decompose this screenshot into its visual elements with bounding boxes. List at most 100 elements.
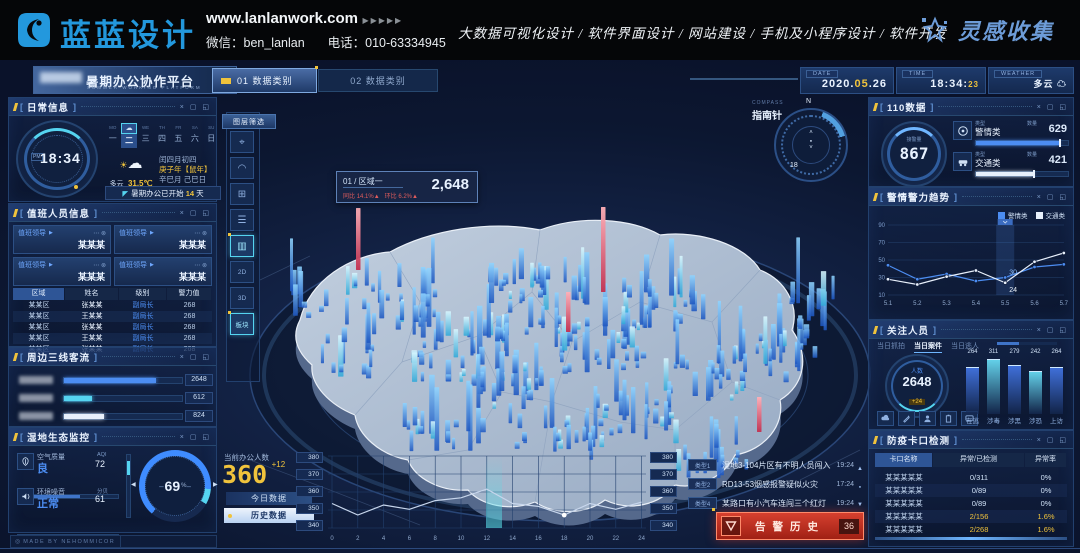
tab-data-category-2[interactable]: 02 数据类别	[318, 69, 438, 92]
checkpoint-col-header[interactable]: 卡口名称	[875, 453, 932, 467]
checkpoint-header-row: 卡口名称异常/已检测异常率	[875, 453, 1067, 467]
flow-row: 2648	[15, 372, 211, 390]
week-day[interactable]: TH四	[154, 123, 169, 151]
checkpoint-row: 某某某某某0/890%	[875, 484, 1067, 497]
warning-triangle-icon	[721, 516, 741, 536]
layer-button-2d[interactable]: 2D	[230, 261, 254, 283]
panel-controls[interactable]: × ▢ ◱	[180, 353, 211, 361]
flow-value-box: 612	[185, 392, 213, 404]
focus-tab[interactable]: 当日抓拍	[877, 341, 905, 353]
alert-tag: 类型2	[688, 478, 717, 490]
layer-button-grid[interactable]: ⊞	[230, 183, 254, 205]
bar	[1029, 371, 1042, 414]
total-value: 867	[883, 144, 945, 163]
card-icons[interactable]: ⋯ ⊗	[93, 262, 106, 269]
focus-bar-column: 264在逃	[963, 349, 982, 425]
panel-controls[interactable]: × ▢ ◱	[180, 209, 211, 217]
duty-cell: 某某区	[13, 322, 65, 333]
focus-bar-column: 279涉黑	[1005, 349, 1024, 425]
panel-title: 湿地生态监控	[27, 430, 90, 444]
checkpoint-row: 某某某某某2/2681.6%	[875, 523, 1067, 536]
lanlan-logo-icon	[12, 9, 54, 51]
leaf-icon	[17, 453, 34, 470]
cloud-icon: ☁	[1057, 79, 1067, 89]
layer-button-3d[interactable]: 3D	[230, 287, 254, 309]
office-y-tick: 370	[650, 469, 677, 480]
checkpoint-row: 某某某某某2/1561.6%	[875, 510, 1067, 523]
total-calls-circle: 接警量 867	[881, 121, 947, 187]
duty-col-header[interactable]: 级别	[119, 288, 166, 300]
week-day-cn: 五	[171, 132, 186, 146]
scroll-up-icon[interactable]: ▲	[855, 460, 865, 478]
flow-rows: 2648612824	[15, 372, 211, 426]
duty-col-header[interactable]: 姓名	[65, 288, 118, 300]
svg-text:5.5: 5.5	[1001, 301, 1010, 307]
flow-bar-fill	[64, 396, 92, 401]
card-icons[interactable]: ⋯ ⊗	[194, 262, 207, 269]
panel-title: 防疫卡口检测	[887, 433, 950, 447]
panel-controls[interactable]: × ▢ ◱	[1037, 193, 1068, 201]
checkpoint-col-header[interactable]: 异常/已检测	[933, 453, 1024, 467]
mini-scrollbar[interactable]	[997, 342, 1057, 345]
gauge-left-arrow-icon[interactable]: ◀	[131, 481, 136, 488]
week-day[interactable]: FR五	[171, 123, 186, 151]
panel-controls[interactable]: × ▢ ◱	[1037, 103, 1068, 111]
gauge-value: 69	[165, 478, 181, 494]
card-icons[interactable]: ⋯ ⊗	[194, 230, 207, 237]
duty-card-top: 值班领导▶⋯ ⊗	[115, 226, 211, 238]
tab-label: 01 数据类别	[237, 74, 293, 87]
office-count-value: 360	[222, 460, 267, 489]
tab-data-category-1[interactable]: 01 数据类别	[212, 68, 317, 93]
checkpoint-col-header[interactable]: 异常率	[1025, 453, 1066, 467]
weather-value: 多云	[1033, 79, 1053, 89]
site-url[interactable]: www.lanlanwork.com	[206, 10, 358, 27]
duty-name: 某某某	[14, 238, 110, 251]
date-label: DATE	[806, 70, 838, 78]
panel-controls[interactable]: × ▢ ◱	[1037, 436, 1068, 444]
duty-col-header[interactable]: 警力值	[167, 288, 211, 300]
chevron-right-icon: ▶	[150, 230, 154, 236]
duty-table-row: 某某区王某某副局长268	[13, 333, 212, 344]
site-url-row: www.lanlanwork.com ▶▶▶▶▶	[206, 10, 403, 28]
cloud-icon[interactable]	[877, 411, 894, 426]
corner-dot	[712, 508, 715, 511]
alert-scrollbar[interactable]: ▲ ● ▼	[855, 460, 865, 514]
week-day[interactable]: WE三	[138, 123, 153, 151]
alarm-history-banner[interactable]: 告警历史 36	[716, 512, 864, 540]
week-day[interactable]: ☁二	[121, 123, 136, 151]
week-day[interactable]: MO一	[105, 123, 120, 151]
tooltip-yoy: 14.1%	[357, 194, 374, 200]
focus-tab[interactable]: 当日案件	[914, 341, 942, 353]
compass-dial[interactable]: ˄●˅	[774, 108, 848, 182]
tooltip-mom-label: 环比	[385, 194, 397, 200]
panel-controls[interactable]: × ▢ ◱	[180, 433, 211, 441]
battery-icon[interactable]	[940, 411, 957, 426]
layer-button-pin[interactable]: ⌖	[230, 131, 254, 153]
corner-dot	[228, 233, 231, 236]
flag-icon: ◤	[122, 189, 128, 198]
inspiration-block[interactable]: 灵感收集	[920, 14, 1054, 46]
panel-controls[interactable]: × ▢ ◱	[1037, 326, 1068, 334]
duty-col-header[interactable]: 区域	[13, 288, 64, 300]
alert-row[interactable]: 类型2RD13-53烟感报警疑似火灾17:24	[688, 477, 854, 491]
alert-tag: 类型1	[688, 459, 717, 471]
alert-row[interactable]: 类型1湿地3-104片区有不明人员闯入19:24	[688, 458, 854, 472]
layer-button-signal[interactable]: ◠	[230, 157, 254, 179]
pen-icon[interactable]	[898, 411, 915, 426]
air-value: 良	[37, 460, 48, 476]
week-day[interactable]: SU日	[204, 123, 219, 151]
button-label: 历史数据	[251, 510, 287, 521]
layer-button-list[interactable]: ☰	[230, 209, 254, 231]
made-by-footer: ◎ MADE BY NEHOMMICOR	[10, 535, 126, 548]
tab-label: 02 数据类别	[350, 74, 406, 87]
alert-time: 19:24	[836, 500, 854, 507]
svg-text:10: 10	[878, 293, 885, 299]
user-icon[interactable]	[919, 411, 936, 426]
panel-controls[interactable]: × ▢ ◱	[180, 103, 211, 111]
compass-widget[interactable]: COMPASS 指南针 N ˄●˅ 18	[750, 98, 860, 192]
week-day-cn: 一	[105, 132, 120, 146]
card-icons[interactable]: ⋯ ⊗	[93, 230, 106, 237]
week-day[interactable]: SA六	[187, 123, 202, 151]
layer-button-chart[interactable]: ▥	[230, 235, 254, 257]
layer-button-blocks[interactable]: 板块	[230, 313, 254, 335]
